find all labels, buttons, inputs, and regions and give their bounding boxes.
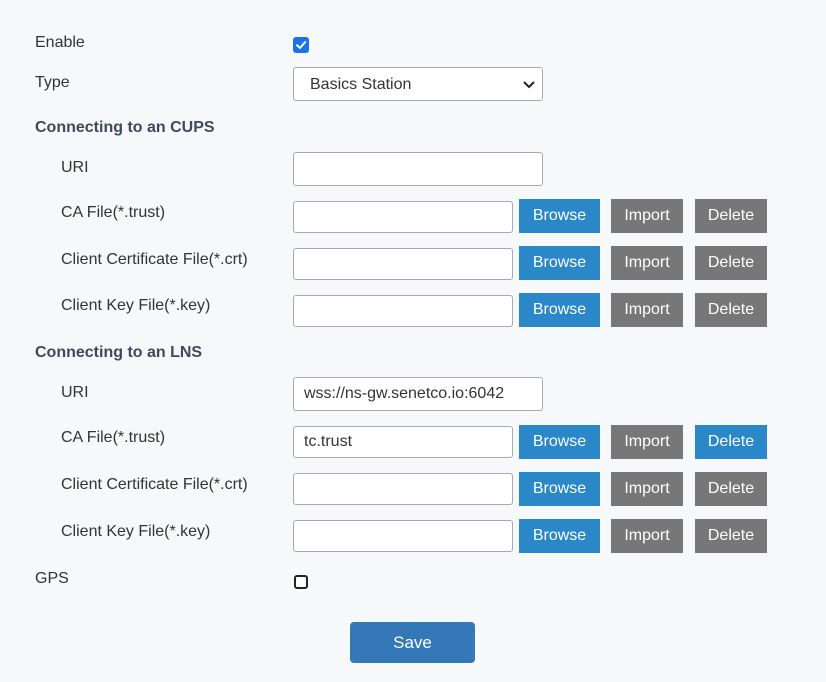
lns-client-cert-label: Client Certificate File(*.crt): [61, 476, 248, 493]
lns-cert-import-button[interactable]: Import: [611, 472, 683, 506]
enable-label: Enable: [35, 34, 85, 51]
cups-cert-delete-button[interactable]: Delete: [695, 246, 767, 280]
lns-ca-file-input[interactable]: tc.trust: [293, 426, 513, 458]
lns-client-key-label: Client Key File(*.key): [61, 523, 211, 540]
cups-section-title: Connecting to an CUPS: [35, 119, 215, 136]
lns-uri-label: URI: [61, 384, 89, 401]
cups-client-cert-input[interactable]: [293, 248, 513, 280]
cups-client-cert-label: Client Certificate File(*.crt): [61, 251, 248, 268]
cups-key-browse-button[interactable]: Browse: [519, 293, 600, 327]
cups-ca-file-label: CA File(*.trust): [61, 204, 166, 221]
lns-key-browse-button[interactable]: Browse: [519, 519, 600, 553]
cups-ca-delete-button[interactable]: Delete: [695, 199, 767, 233]
lns-cert-delete-button[interactable]: Delete: [695, 472, 767, 506]
type-select[interactable]: Basics Station: [293, 67, 543, 101]
cups-client-key-label: Client Key File(*.key): [61, 297, 211, 314]
gps-label: GPS: [35, 570, 69, 587]
save-button[interactable]: Save: [350, 622, 475, 663]
cups-ca-import-button[interactable]: Import: [611, 199, 683, 233]
lns-uri-input[interactable]: wss://ns-gw.senetco.io:6042: [293, 377, 543, 411]
lns-client-key-input[interactable]: [293, 520, 513, 552]
lns-ca-delete-button[interactable]: Delete: [695, 425, 767, 459]
cups-ca-file-input[interactable]: [293, 201, 513, 233]
checkmark-icon: [296, 41, 307, 49]
cups-ca-browse-button[interactable]: Browse: [519, 199, 600, 233]
cups-cert-import-button[interactable]: Import: [611, 246, 683, 280]
type-label: Type: [35, 74, 70, 91]
lns-ca-import-button[interactable]: Import: [611, 425, 683, 459]
cups-key-delete-button[interactable]: Delete: [695, 293, 767, 327]
lns-client-cert-input[interactable]: [293, 473, 513, 505]
enable-checkbox[interactable]: [293, 37, 309, 53]
cups-client-key-input[interactable]: [293, 295, 513, 327]
cups-uri-label: URI: [61, 159, 89, 176]
lns-key-delete-button[interactable]: Delete: [695, 519, 767, 553]
cups-key-import-button[interactable]: Import: [611, 293, 683, 327]
lns-ca-browse-button[interactable]: Browse: [519, 425, 600, 459]
lns-ca-file-label: CA File(*.trust): [61, 429, 166, 446]
gps-checkbox[interactable]: [294, 575, 308, 589]
chevron-down-icon: [523, 81, 535, 89]
lns-cert-browse-button[interactable]: Browse: [519, 472, 600, 506]
lns-key-import-button[interactable]: Import: [611, 519, 683, 553]
lns-section-title: Connecting to an LNS: [35, 344, 203, 361]
cups-uri-input[interactable]: [293, 152, 543, 186]
cups-cert-browse-button[interactable]: Browse: [519, 246, 600, 280]
type-select-value: Basics Station: [310, 76, 412, 93]
